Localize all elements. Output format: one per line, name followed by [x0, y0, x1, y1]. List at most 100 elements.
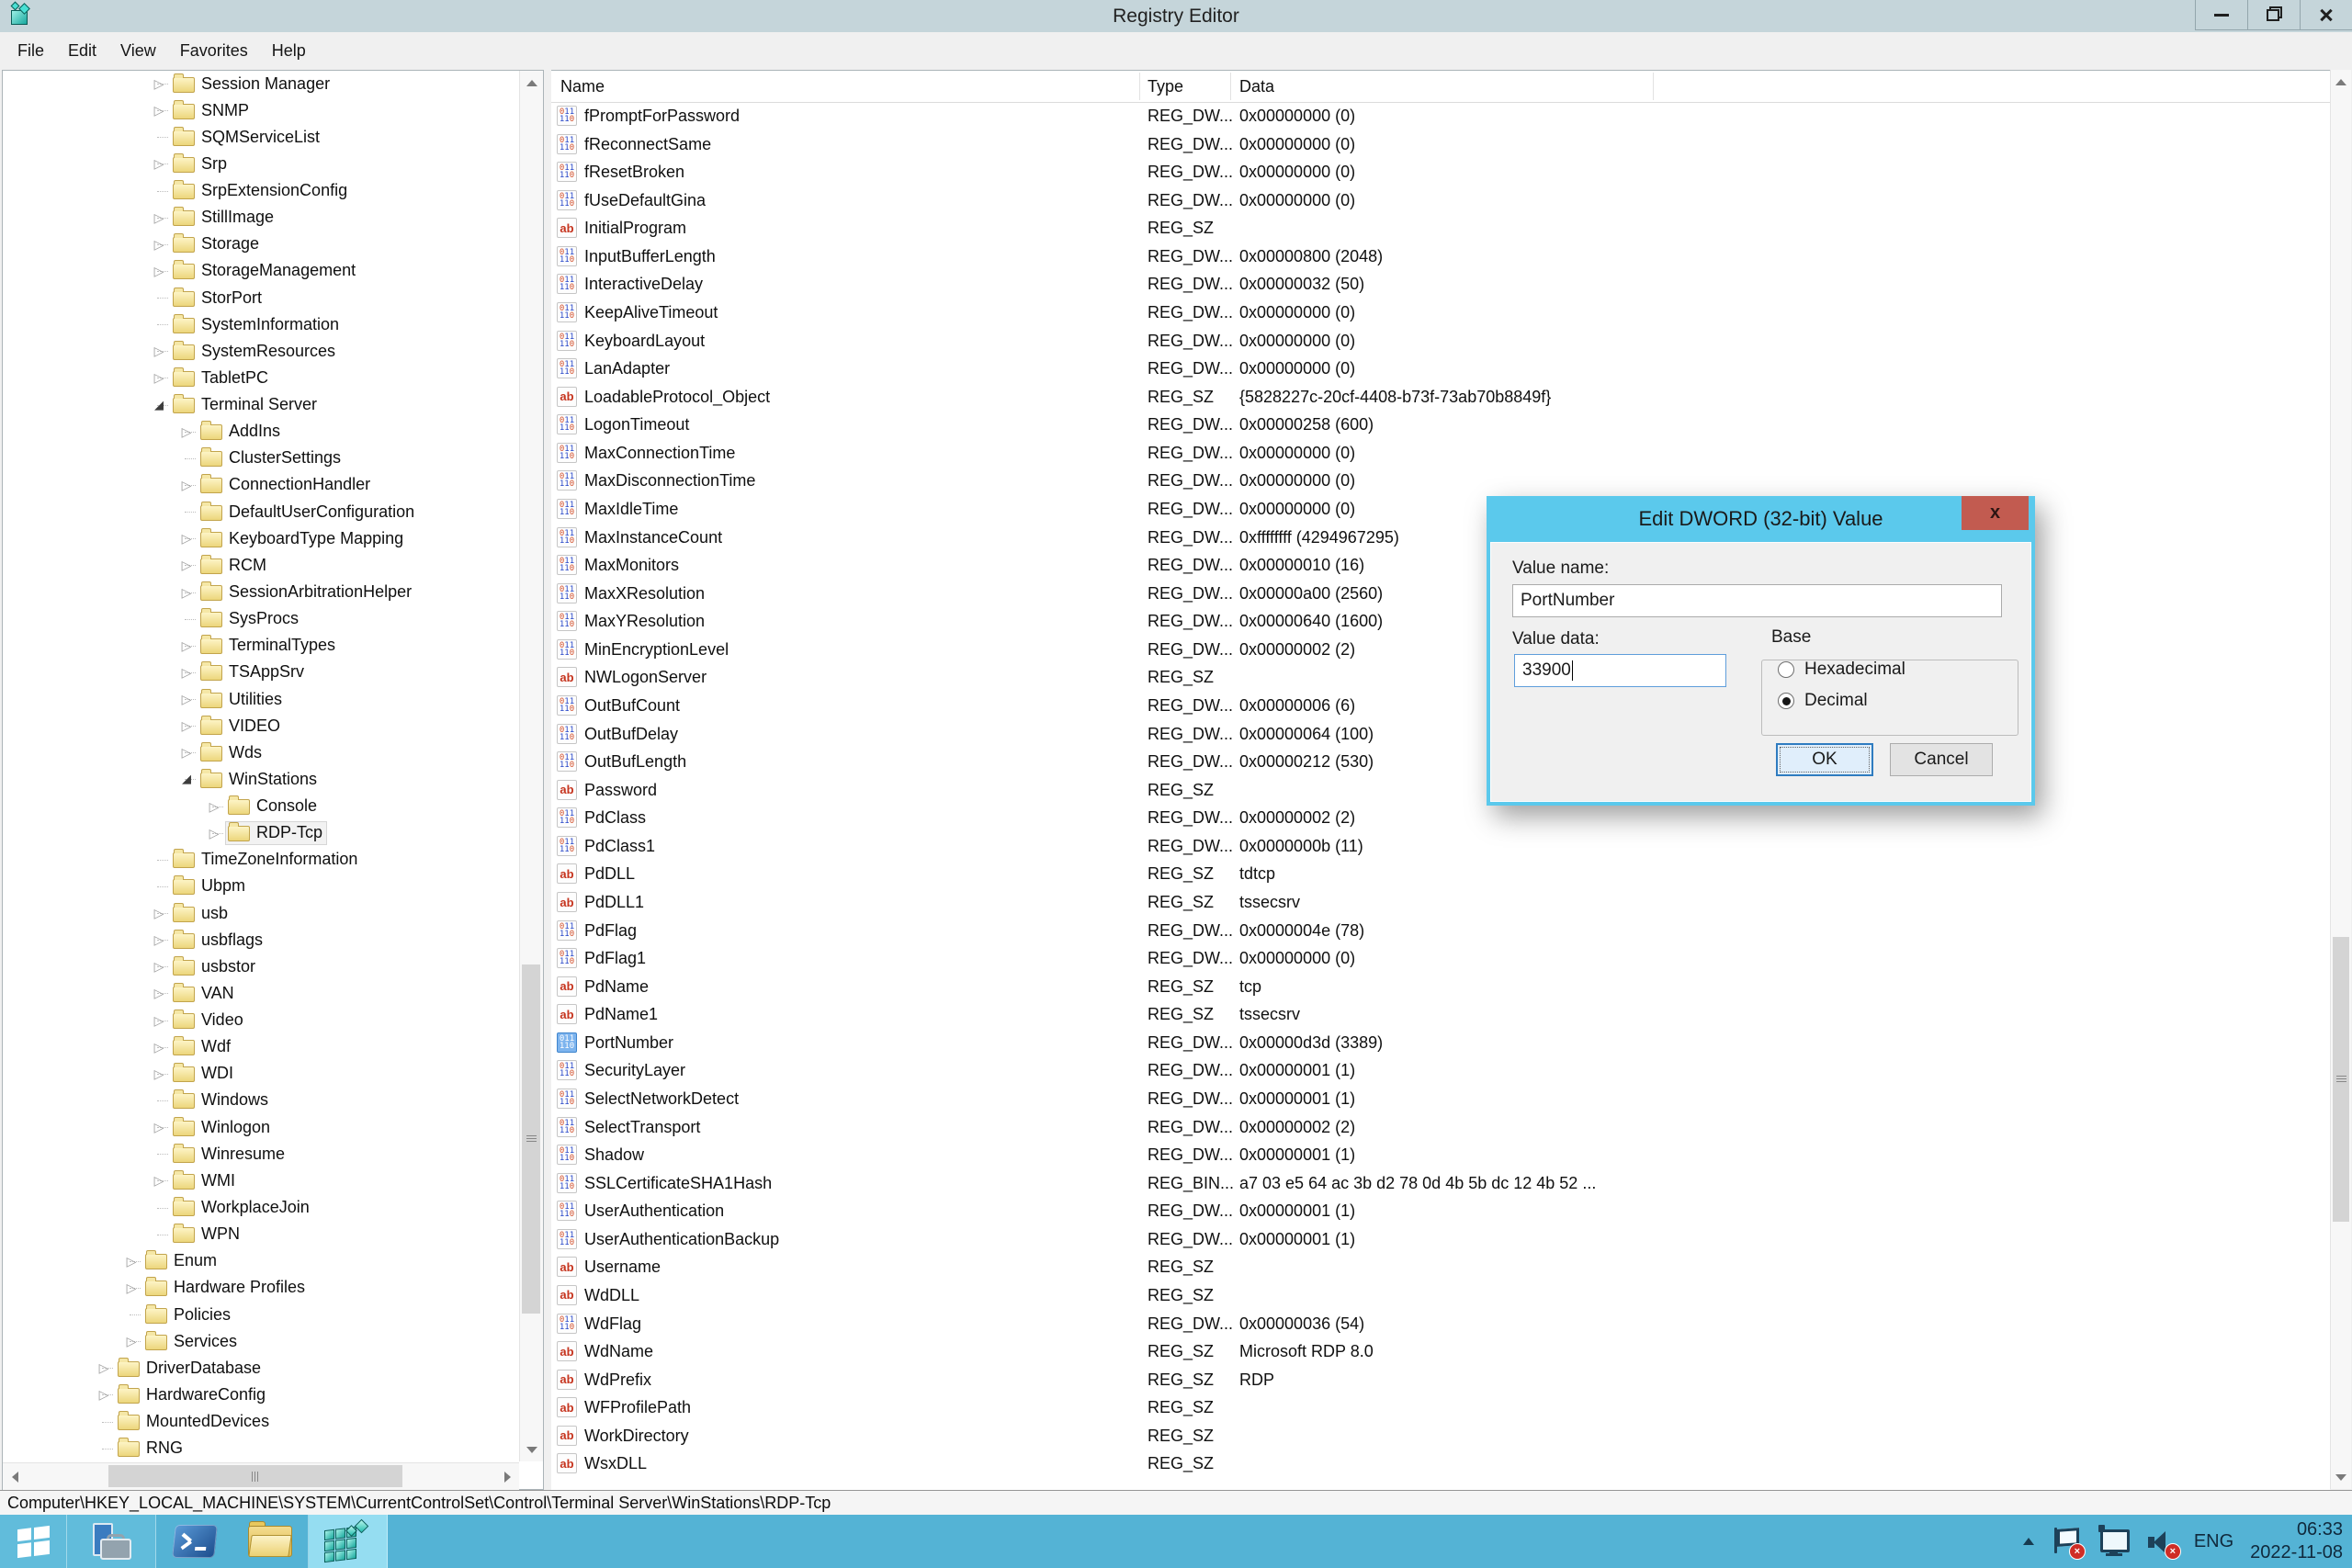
collapsed-arrow-icon[interactable]: ▷ [152, 100, 166, 120]
collapsed-arrow-icon[interactable]: ▷ [179, 636, 194, 656]
tree-item-video[interactable]: ▷VIDEO [3, 713, 543, 739]
tree-item-content[interactable]: Winresume [170, 1142, 289, 1166]
list-row-shadow[interactable]: 011110ShadowREG_DW...0x00000001 (1) [551, 1141, 2330, 1169]
collapsed-arrow-icon[interactable]: ▷ [179, 422, 194, 442]
list-row-portnumber[interactable]: 011110PortNumberREG_DW...0x00000d3d (338… [551, 1029, 2330, 1057]
collapsed-arrow-icon[interactable]: ▷ [179, 716, 194, 736]
tree-item-utilities[interactable]: ▷Utilities [3, 686, 543, 713]
tree-item-session-manager[interactable]: ▷Session Manager [3, 71, 543, 97]
tree-item-content[interactable]: Wdf [170, 1035, 235, 1059]
list-row-workdirectory[interactable]: abWorkDirectoryREG_SZ [551, 1422, 2330, 1450]
list-row-outbufdelay[interactable]: 011110OutBufDelayREG_DW...0x00000064 (10… [551, 720, 2330, 749]
collapsed-arrow-icon[interactable]: ▷ [152, 234, 166, 254]
list-row-maxconnectiontime[interactable]: 011110MaxConnectionTimeREG_DW...0x000000… [551, 439, 2330, 468]
ok-button[interactable]: OK [1776, 743, 1873, 776]
collapsed-arrow-icon[interactable]: ▷ [124, 1278, 139, 1298]
start-button[interactable] [0, 1515, 67, 1568]
list-row-wdflag[interactable]: 011110WdFlagREG_DW...0x00000036 (54) [551, 1310, 2330, 1338]
tree-item-ubpm[interactable]: Ubpm [3, 874, 543, 900]
tree-item-content[interactable]: DriverDatabase [115, 1356, 266, 1380]
tree-vertical-scrollbar[interactable] [519, 71, 543, 1461]
tree-item-content[interactable]: WMI [170, 1168, 240, 1192]
menu-edit[interactable]: Edit [56, 38, 108, 64]
tree-item-srpextensionconfig[interactable]: SrpExtensionConfig [3, 178, 543, 205]
tree-item-usbflags[interactable]: ▷usbflags [3, 927, 543, 953]
tree-item-content[interactable]: SystemInformation [170, 312, 344, 336]
tree-item-sqmservicelist[interactable]: SQMServiceList [3, 124, 543, 151]
tree-item-winlogon[interactable]: ▷Winlogon [3, 1114, 543, 1141]
list-row-nwlogonserver[interactable]: abNWLogonServerREG_SZ [551, 663, 2330, 692]
list-row-loadableprotocol-object[interactable]: abLoadableProtocol_ObjectREG_SZ{5828227c… [551, 383, 2330, 412]
tree-item-systemresources[interactable]: ▷SystemResources [3, 338, 543, 365]
collapsed-arrow-icon[interactable]: ▷ [207, 796, 221, 817]
tree-item-content[interactable]: Session Manager [170, 72, 334, 96]
tree-item-content[interactable]: TabletPC [170, 366, 273, 389]
list-row-fresetbroken[interactable]: 011110fResetBrokenREG_DW...0x00000000 (0… [551, 158, 2330, 186]
tree-item-usb[interactable]: ▷usb [3, 900, 543, 927]
tree-item-content[interactable]: WinStations [198, 767, 322, 791]
list-row-password[interactable]: abPasswordREG_SZ [551, 776, 2330, 805]
tree-item-content[interactable]: WPN [170, 1223, 244, 1247]
tree-item-content[interactable]: Console [225, 795, 322, 818]
tree-item-sysprocs[interactable]: SysProcs [3, 606, 543, 633]
tree-item-driverdatabase[interactable]: ▷DriverDatabase [3, 1355, 543, 1382]
tree-item-content[interactable]: StillImage [170, 206, 278, 230]
list-row-securitylayer[interactable]: 011110SecurityLayerREG_DW...0x00000001 (… [551, 1056, 2330, 1085]
tree-item-storage[interactable]: ▷Storage [3, 231, 543, 258]
tree-scrollbar-thumb[interactable] [522, 964, 540, 1314]
tree-item-content[interactable]: TimeZoneInformation [170, 848, 362, 872]
tree-item-windows[interactable]: Windows [3, 1088, 543, 1114]
tree-item-terminal-server[interactable]: ◢Terminal Server [3, 392, 543, 419]
tree-item-content[interactable]: Srp [170, 152, 232, 175]
tree-item-content[interactable]: RDP-Tcp [225, 821, 327, 845]
list-row-pddll[interactable]: abPdDLLREG_SZtdtcp [551, 860, 2330, 888]
tree-item-connectionhandler[interactable]: ▷ConnectionHandler [3, 472, 543, 499]
list-scrollbar-thumb[interactable] [2333, 937, 2349, 1222]
list-row-maxinstancecount[interactable]: 011110MaxInstanceCountREG_DW...0xfffffff… [551, 524, 2330, 552]
tree-hscrollbar-thumb[interactable] [108, 1465, 402, 1487]
tree-item-content[interactable]: SystemResources [170, 339, 340, 363]
list-row-fpromptforpassword[interactable]: 011110fPromptForPasswordREG_DW...0x00000… [551, 102, 2330, 130]
list-row-pdflag[interactable]: 011110PdFlagREG_DW...0x0000004e (78) [551, 917, 2330, 945]
tree-item-content[interactable]: Windows [170, 1089, 273, 1112]
list-row-wdprefix[interactable]: abWdPrefixREG_SZRDP [551, 1366, 2330, 1394]
collapsed-arrow-icon[interactable]: ▷ [179, 689, 194, 709]
collapsed-arrow-icon[interactable]: ▷ [179, 582, 194, 603]
tree-item-content[interactable]: DefaultUserConfiguration [198, 500, 419, 524]
collapsed-arrow-icon[interactable]: ▷ [124, 1331, 139, 1351]
tree-item-rcm[interactable]: ▷RCM [3, 552, 543, 579]
tree-item-snmp[interactable]: ▷SNMP [3, 97, 543, 124]
tree-item-content[interactable]: Wds [198, 740, 266, 764]
tree-item-content[interactable]: ConnectionHandler [198, 473, 375, 497]
tree-item-content[interactable]: RNG [115, 1437, 187, 1461]
collapsed-arrow-icon[interactable]: ▷ [179, 662, 194, 682]
list-scroll-up-button[interactable] [2331, 70, 2351, 94]
tree-item-content[interactable]: Storage [170, 232, 264, 256]
list-row-userauthentication[interactable]: 011110UserAuthenticationREG_DW...0x00000… [551, 1197, 2330, 1225]
tree-item-winstations[interactable]: ◢WinStations [3, 766, 543, 793]
taskbar-registry-editor-active[interactable] [309, 1515, 388, 1568]
tree-item-rng[interactable]: RNG [3, 1436, 543, 1462]
tree-item-content[interactable]: Terminal Server [170, 393, 322, 417]
tree-item-content[interactable]: VIDEO [198, 714, 285, 738]
tree-item-timezoneinformation[interactable]: TimeZoneInformation [3, 847, 543, 874]
collapsed-arrow-icon[interactable]: ▷ [152, 1037, 166, 1057]
tree-item-srp[interactable]: ▷Srp [3, 151, 543, 177]
collapsed-arrow-icon[interactable]: ▷ [179, 555, 194, 575]
clock[interactable]: 06:33 2022-11-08 [2250, 1518, 2343, 1564]
tree-item-content[interactable]: VAN [170, 981, 239, 1005]
collapsed-arrow-icon[interactable]: ▷ [152, 208, 166, 228]
taskbar-file-explorer[interactable] [232, 1515, 309, 1568]
tree-item-content[interactable]: RCM [198, 553, 271, 577]
list-row-pdflag1[interactable]: 011110PdFlag1REG_DW...0x00000000 (0) [551, 944, 2330, 973]
tree-item-wpn[interactable]: WPN [3, 1222, 543, 1248]
tree-horizontal-scrollbar[interactable] [3, 1462, 519, 1490]
show-hidden-icons-button[interactable] [2023, 1532, 2034, 1545]
list-row-sslcertificatesha1hash[interactable]: 011110SSLCertificateSHA1HashREG_BIN...a7… [551, 1169, 2330, 1198]
tree-item-content[interactable]: MountedDevices [115, 1410, 274, 1434]
list-row-logontimeout[interactable]: 011110LogonTimeoutREG_DW...0x00000258 (6… [551, 411, 2330, 439]
tree-item-terminaltypes[interactable]: ▷TerminalTypes [3, 633, 543, 660]
list-row-selectnetworkdetect[interactable]: 011110SelectNetworkDetectREG_DW...0x0000… [551, 1085, 2330, 1113]
tree-item-content[interactable]: SQMServiceList [170, 125, 324, 149]
list-row-userauthenticationbackup[interactable]: 011110UserAuthenticationBackupREG_DW...0… [551, 1225, 2330, 1254]
